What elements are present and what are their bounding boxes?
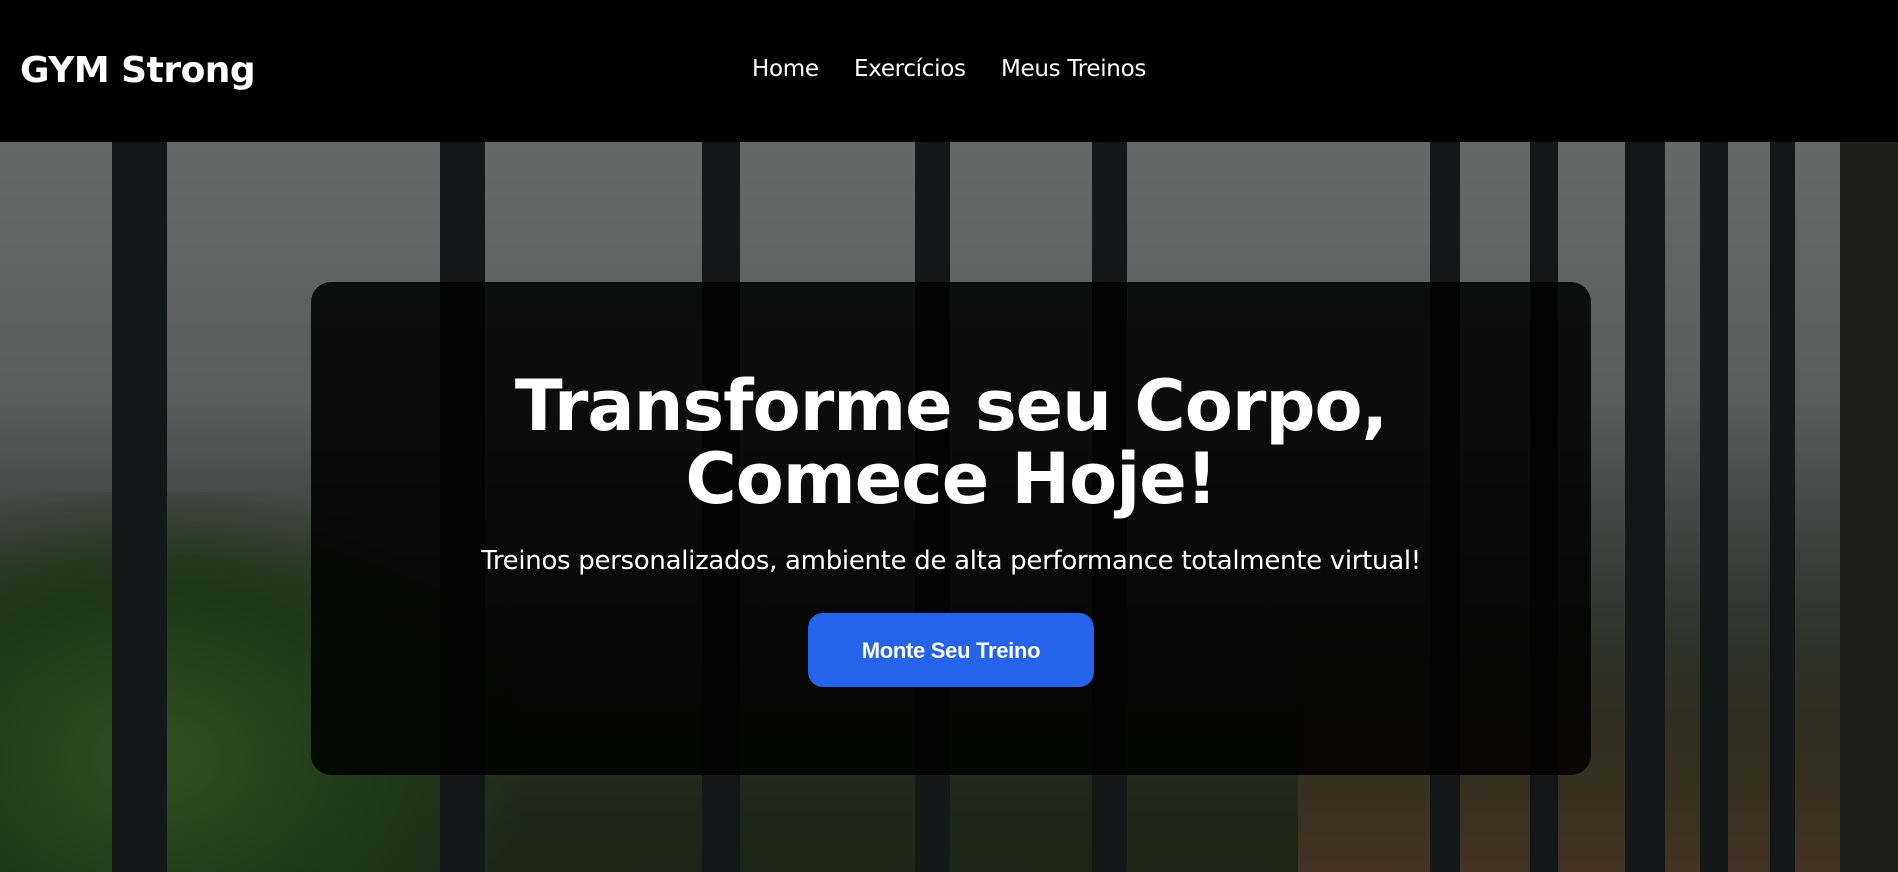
- hero-subtitle: Treinos personalizados, ambiente de alta…: [481, 546, 1421, 576]
- hero-card: Transforme seu Corpo, Comece Hoje! Trein…: [311, 282, 1591, 775]
- main-nav: Home Exercícios Meus Treinos: [0, 56, 1898, 82]
- nav-home[interactable]: Home: [752, 56, 819, 82]
- nav-meus-treinos[interactable]: Meus Treinos: [1001, 56, 1146, 82]
- nav-exercicios[interactable]: Exercícios: [854, 56, 966, 82]
- hero-title-line-1: Transforme seu Corpo,: [514, 365, 1388, 447]
- hero-title: Transforme seu Corpo, Comece Hoje!: [311, 370, 1591, 516]
- site-header: GYM Strong Home Exercícios Meus Treinos: [0, 0, 1898, 142]
- hero-title-line-2: Comece Hoje!: [685, 438, 1217, 520]
- monte-seu-treino-button[interactable]: Monte Seu Treino: [808, 613, 1094, 687]
- hero-section: Transforme seu Corpo, Comece Hoje! Trein…: [0, 142, 1898, 872]
